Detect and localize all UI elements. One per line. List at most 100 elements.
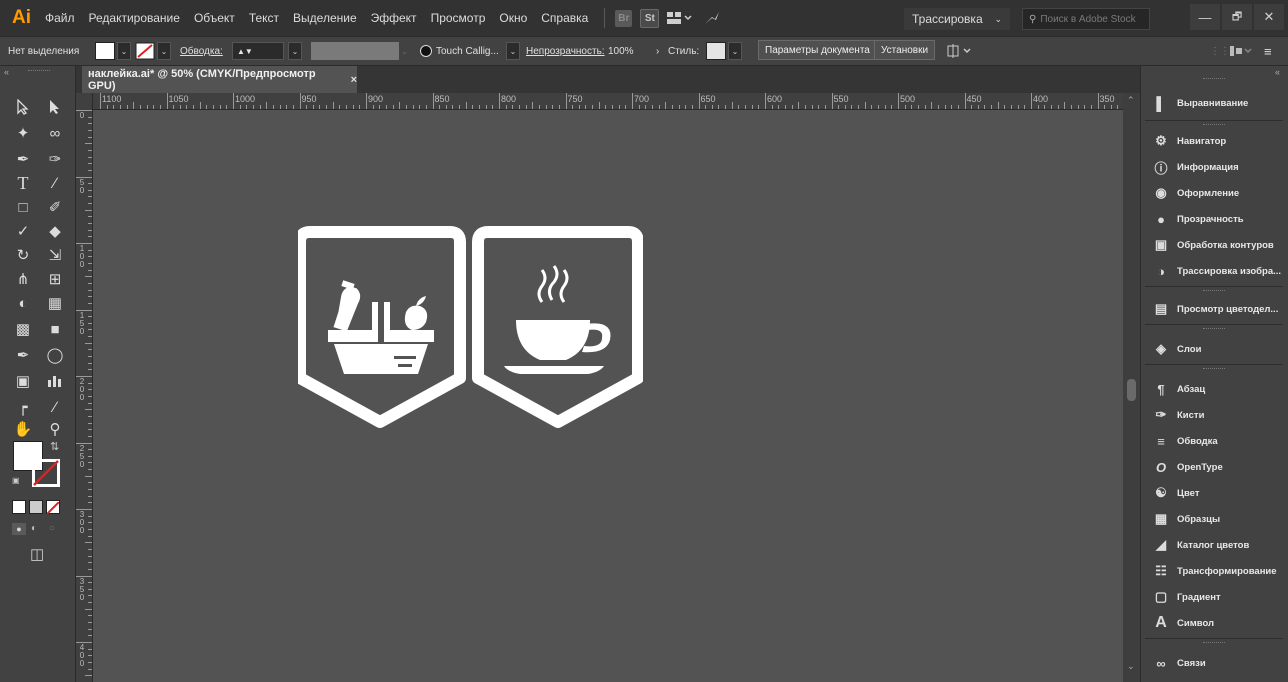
- panel-color[interactable]: ☯ Цвет: [1141, 480, 1288, 506]
- panel-grip[interactable]: [1203, 328, 1225, 331]
- fill-swatch[interactable]: [95, 42, 115, 60]
- panel-image-trace[interactable]: ◑ Трассировка изобра...: [1141, 258, 1288, 284]
- panel-transparency[interactable]: ● Прозрачность: [1141, 206, 1288, 232]
- preferences-button[interactable]: Установки: [874, 40, 936, 60]
- width-profile-preview[interactable]: [311, 42, 399, 60]
- opacity-value[interactable]: 100%: [608, 46, 634, 57]
- scroll-up-icon[interactable]: ⌃: [1127, 95, 1135, 106]
- stroke-dropdown[interactable]: ⌄: [157, 42, 171, 60]
- rotate-tool-icon[interactable]: ↻: [10, 244, 36, 266]
- fill-color-box[interactable]: [95, 42, 115, 60]
- panel-separations-preview[interactable]: ▤ Просмотр цветодел...: [1141, 296, 1288, 322]
- panel-color-guide[interactable]: ◢ Каталог цветов: [1141, 532, 1288, 558]
- opacity-arrow-icon[interactable]: ›: [656, 42, 659, 60]
- collapse-dock-icon[interactable]: «: [1275, 67, 1280, 77]
- arrange-documents-icon[interactable]: [667, 11, 693, 25]
- chevron-down-icon[interactable]: ⌄: [401, 42, 408, 60]
- lasso-tool-icon[interactable]: ∞: [42, 122, 68, 144]
- menu-edit[interactable]: Редактирование: [89, 11, 180, 25]
- stepper-arrows-icon[interactable]: ▲▼: [237, 47, 253, 56]
- artboard-tool-icon[interactable]: ┍: [10, 396, 36, 418]
- zoom-tool-icon[interactable]: ⚲: [42, 418, 68, 440]
- panel-opentype[interactable]: O OpenType: [1141, 454, 1288, 480]
- slice-tool-icon[interactable]: ∕: [42, 396, 68, 418]
- panel-menu-icon[interactable]: ≡: [1264, 42, 1272, 60]
- symbol-sprayer-tool-icon[interactable]: ▣: [10, 370, 36, 392]
- magic-wand-tool-icon[interactable]: ✦: [10, 122, 36, 144]
- vertical-scrollbar[interactable]: ⌃ ⌄: [1123, 93, 1140, 682]
- type-tool-icon[interactable]: T: [10, 172, 36, 194]
- panel-stroke[interactable]: ≡ Обводка: [1141, 428, 1288, 454]
- menu-file[interactable]: Файл: [45, 11, 75, 25]
- menu-type[interactable]: Текст: [249, 11, 279, 25]
- rectangle-tool-icon[interactable]: □: [10, 196, 36, 218]
- panel-character[interactable]: A Символ: [1141, 610, 1288, 636]
- hand-tool-icon[interactable]: ✋: [10, 418, 36, 440]
- fill-dropdown[interactable]: ⌄: [117, 42, 131, 60]
- opacity-field[interactable]: 100%: [608, 42, 634, 60]
- preferences-label[interactable]: Установки: [874, 40, 936, 60]
- document-tab[interactable]: наклейка.ai* @ 50% (CMYK/Предпросмотр GP…: [82, 66, 357, 93]
- menu-effect[interactable]: Эффект: [371, 11, 417, 25]
- panel-brushes[interactable]: ✑ Кисти: [1141, 402, 1288, 428]
- panel-layers[interactable]: ◈ Слои: [1141, 336, 1288, 362]
- style-dropdown[interactable]: ⌄: [728, 42, 742, 60]
- default-colors-icon[interactable]: ▣: [12, 476, 20, 485]
- panel-transform[interactable]: ☷ Трансформирование: [1141, 558, 1288, 584]
- menu-help[interactable]: Справка: [541, 11, 588, 25]
- pen-tool-icon[interactable]: ✒: [10, 148, 36, 170]
- horizontal-ruler[interactable]: 1100 1050 1000 950 900 850 800 750 700 650 600 550 5…: [93, 93, 1123, 110]
- draw-inside-icon[interactable]: ○: [49, 523, 55, 534]
- scroll-down-icon[interactable]: ⌄: [1127, 661, 1135, 672]
- sticker-artwork[interactable]: [298, 226, 643, 432]
- align-options-icon[interactable]: ⋮⋮: [1210, 42, 1230, 60]
- panel-gradient[interactable]: ▢ Градиент: [1141, 584, 1288, 610]
- panel-info[interactable]: ⓘ Информация: [1141, 154, 1288, 180]
- panel-grip[interactable]: [1203, 642, 1225, 645]
- mesh-tool-icon[interactable]: ▩: [10, 318, 36, 340]
- chevron-down-icon[interactable]: ⌄: [288, 42, 302, 60]
- panel-links[interactable]: ∞ Связи: [1141, 650, 1288, 676]
- panel-grip[interactable]: [28, 70, 50, 73]
- minimize-button[interactable]: —: [1190, 4, 1220, 30]
- panel-paragraph[interactable]: ¶ Абзац: [1141, 376, 1288, 402]
- workspace-switcher[interactable]: Трассировка ⌄: [904, 8, 1010, 30]
- draw-normal-icon[interactable]: ●: [12, 523, 26, 535]
- brush-dropdown[interactable]: ⌄: [506, 42, 520, 60]
- selection-tool-icon[interactable]: [10, 96, 36, 118]
- close-tab-icon[interactable]: ×: [351, 74, 357, 86]
- menu-select[interactable]: Выделение: [293, 11, 357, 25]
- document-setup-label[interactable]: Параметры документа: [758, 40, 877, 60]
- menu-view[interactable]: Просмотр: [431, 11, 486, 25]
- paintbrush-tool-icon[interactable]: ✐: [42, 196, 68, 218]
- gradient-tool-icon[interactable]: ■: [42, 318, 68, 340]
- swap-fill-stroke-icon[interactable]: ⇅: [50, 440, 59, 453]
- chevron-down-icon[interactable]: ⌄: [728, 42, 742, 60]
- chevron-down-icon[interactable]: ⌄: [117, 42, 131, 60]
- stroke-weight-stepper[interactable]: ▲▼: [232, 42, 284, 60]
- stroke-weight-dropdown[interactable]: ⌄: [288, 42, 302, 60]
- panel-swatches[interactable]: ▦ Образцы: [1141, 506, 1288, 532]
- scrollbar-thumb[interactable]: [1127, 379, 1136, 401]
- menu-window[interactable]: Окно: [499, 11, 527, 25]
- perspective-grid-tool-icon[interactable]: ▦: [42, 292, 68, 314]
- scale-tool-icon[interactable]: ⇲: [42, 244, 68, 266]
- stroke-label[interactable]: Обводка:: [180, 42, 223, 60]
- free-transform-tool-icon[interactable]: ⊞: [42, 268, 68, 290]
- arrange-icon[interactable]: [946, 42, 976, 60]
- style-swatch[interactable]: [706, 42, 726, 60]
- panel-grip[interactable]: [1203, 368, 1225, 371]
- restore-button[interactable]: 🗗: [1222, 4, 1252, 30]
- panel-navigator[interactable]: ⚙ Навигатор: [1141, 128, 1288, 154]
- close-window-button[interactable]: ✕: [1254, 4, 1284, 30]
- stock-icon[interactable]: St: [640, 8, 660, 28]
- grocery-badge[interactable]: [298, 226, 466, 428]
- stroke-color-swatch[interactable]: [31, 458, 61, 488]
- gpu-performance-icon[interactable]: [703, 10, 721, 26]
- blend-tool-icon[interactable]: ◯: [42, 344, 68, 366]
- width-tool-icon[interactable]: ⋔: [10, 268, 36, 290]
- menu-object[interactable]: Объект: [194, 11, 235, 25]
- column-graph-tool-icon[interactable]: [42, 370, 68, 392]
- chevron-down-icon[interactable]: ⌄: [506, 42, 520, 60]
- vertical-ruler[interactable]: 0 50 100 150 200 250 300 350 400: [76, 93, 93, 682]
